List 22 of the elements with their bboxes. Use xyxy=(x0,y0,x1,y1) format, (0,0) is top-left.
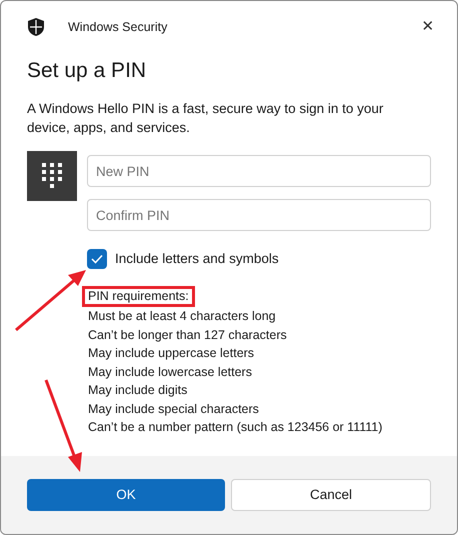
description-text: A Windows Hello PIN is a fast, secure way to sign in to your device, apps, and services. xyxy=(27,100,384,137)
requirement-text: May include digits xyxy=(87,382,188,400)
requirements-title: PIN requirements: xyxy=(88,289,189,304)
checkmark-icon xyxy=(91,254,103,264)
pin-field[interactable]: New PIN xyxy=(87,155,431,187)
keypad-icon xyxy=(42,163,62,189)
close-button[interactable]: ✕ xyxy=(413,15,443,39)
requirement-text: Can’t be a number pattern (such as 123456 or 11111) xyxy=(87,419,384,436)
dialog-heading: Set up a PIN xyxy=(27,58,148,84)
cancel-button[interactable]: Cancel xyxy=(231,479,431,511)
requirement-text: Must be at least 4 characters long xyxy=(87,308,277,326)
shield-icon xyxy=(28,18,44,36)
pin-field[interactable]: Confirm PIN xyxy=(87,199,431,231)
requirement-text: Can’t be longer than 127 characters xyxy=(87,326,288,344)
checkbox[interactable] xyxy=(87,249,107,270)
ok-button[interactable]: OK xyxy=(27,479,225,511)
window-title: Windows Security xyxy=(68,18,168,36)
requirement-text: May include uppercase letters xyxy=(87,345,256,362)
checkbox-label: Include letters and symbols xyxy=(115,250,279,268)
arrow-drawing xyxy=(15,270,86,332)
requirement-text: May include lowercase letters xyxy=(87,364,253,381)
requirement-text: May include special characters xyxy=(87,400,260,418)
